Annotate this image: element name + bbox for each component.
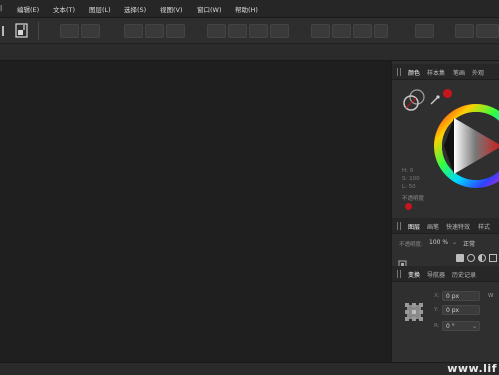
menu-window[interactable]: 窗口(W) xyxy=(197,4,222,14)
menu-layer[interactable]: 图层(L) xyxy=(89,4,111,14)
color-picker-icon[interactable] xyxy=(430,90,440,105)
toolbar-button[interactable] xyxy=(332,24,351,38)
toolbar-button[interactable] xyxy=(249,24,268,38)
tab-appearance[interactable]: 外观 xyxy=(472,68,484,77)
tab-quick-effects[interactable]: 快速特效 xyxy=(446,222,470,231)
fill-stroke-swatch-icon[interactable] xyxy=(402,88,426,112)
tab-transform[interactable]: 变换 xyxy=(408,270,420,279)
toolbar-divider xyxy=(38,22,39,40)
toolbar-button[interactable] xyxy=(228,24,247,38)
toolbar-button[interactable] xyxy=(166,24,185,38)
toolbar xyxy=(0,18,499,44)
current-color-swatch[interactable] xyxy=(443,89,452,98)
toolbar-button[interactable] xyxy=(270,24,289,38)
width-label: W xyxy=(488,293,494,299)
toolbar-button[interactable] xyxy=(60,24,79,38)
context-toolbar xyxy=(0,44,499,61)
opacity-slider-handle[interactable] xyxy=(405,203,412,210)
y-field[interactable]: 0 px xyxy=(442,305,480,315)
menu-help[interactable]: 帮助(H) xyxy=(235,4,258,14)
document-canvas[interactable] xyxy=(0,61,391,362)
transform-panel-tabs: 变换 导航器 历史记录 xyxy=(392,266,499,282)
rotation-value: 0 ° xyxy=(446,323,455,330)
live-filter-icon[interactable] xyxy=(478,254,486,262)
toolbar-button[interactable] xyxy=(124,24,143,38)
x-value: 0 px xyxy=(446,293,460,300)
layer-opacity-label: 不透明度: xyxy=(399,242,423,248)
add-pixel-layer-icon[interactable] xyxy=(456,254,464,262)
add-layer-icon[interactable] xyxy=(489,254,497,262)
tab-layers[interactable]: 图层 xyxy=(408,222,420,231)
layer-mask-icon[interactable] xyxy=(398,254,407,269)
saturation-label: S: 100 xyxy=(402,176,420,182)
toolbar-button[interactable] xyxy=(476,24,499,38)
toolbar-button[interactable] xyxy=(455,24,474,38)
menu-bar: | 编辑(E) 文本(T) 图层(L) 选择(S) 视图(V) 窗口(W) 帮助… xyxy=(0,0,499,18)
layer-opacity-value[interactable]: 100 % xyxy=(429,239,448,246)
tool-fragment-icon[interactable] xyxy=(0,26,4,36)
panel-grip-icon[interactable] xyxy=(397,68,401,76)
rotation-field[interactable]: 0 ° ⌄ xyxy=(442,321,480,331)
adjustment-icon[interactable] xyxy=(467,254,475,262)
status-bar: www.lif xyxy=(0,362,499,375)
x-label: X: xyxy=(434,293,440,299)
menu-edit[interactable]: 编辑(E) xyxy=(17,4,39,14)
menu-view[interactable]: 视图(V) xyxy=(160,4,183,14)
toolbar-button[interactable] xyxy=(353,24,372,38)
tab-swatches[interactable]: 样本集 xyxy=(427,68,445,77)
chevron-down-icon[interactable]: ⌄ xyxy=(472,323,477,330)
blend-mode-select[interactable]: 正常 xyxy=(463,239,475,248)
tab-navigator[interactable]: 导航器 xyxy=(427,270,445,279)
y-label: Y: xyxy=(434,307,439,313)
tab-color[interactable]: 颜色 xyxy=(408,68,420,77)
chevron-down-icon[interactable]: ⌄ xyxy=(452,239,457,246)
hsl-color-wheel[interactable] xyxy=(430,102,499,190)
opacity-label: 不透明度 xyxy=(402,196,425,202)
anchor-point-selector-icon[interactable] xyxy=(404,302,424,322)
lightness-label: L: 50 xyxy=(402,184,416,190)
watermark: www.lif xyxy=(447,362,497,375)
tab-styles[interactable]: 样式 xyxy=(478,222,490,231)
tab-stroke[interactable]: 笔画 xyxy=(453,68,465,77)
y-value: 0 px xyxy=(446,307,460,314)
x-field[interactable]: 0 px xyxy=(442,291,480,301)
export-persona-icon[interactable] xyxy=(15,23,28,38)
color-panel-tabs: 颜色 样本集 笔画 外观 xyxy=(392,64,499,80)
menu-select[interactable]: 选择(S) xyxy=(124,4,146,14)
studio-panels: 颜色 样本集 笔画 外观 H: 0 S: 100 L: 50 不透明度 图层 画… xyxy=(391,61,499,362)
toolbar-button[interactable] xyxy=(81,24,100,38)
menu-text[interactable]: 文本(T) xyxy=(53,4,75,14)
panel-grip-icon[interactable] xyxy=(397,222,401,230)
tab-history[interactable]: 历史记录 xyxy=(452,270,476,279)
hue-label: H: 0 xyxy=(402,168,414,174)
panel-grip-icon[interactable] xyxy=(397,270,401,278)
rotation-label: R: xyxy=(434,323,440,329)
toolbar-button[interactable] xyxy=(311,24,330,38)
menu-edge-fragment: | xyxy=(0,4,3,12)
layers-panel-tabs: 图层 画笔 快速特效 样式 xyxy=(392,218,499,234)
toolbar-button[interactable] xyxy=(374,24,388,38)
tab-brushes[interactable]: 画笔 xyxy=(427,222,439,231)
toolbar-button[interactable] xyxy=(207,24,226,38)
toolbar-button[interactable] xyxy=(145,24,164,38)
toolbar-button[interactable] xyxy=(415,24,434,38)
